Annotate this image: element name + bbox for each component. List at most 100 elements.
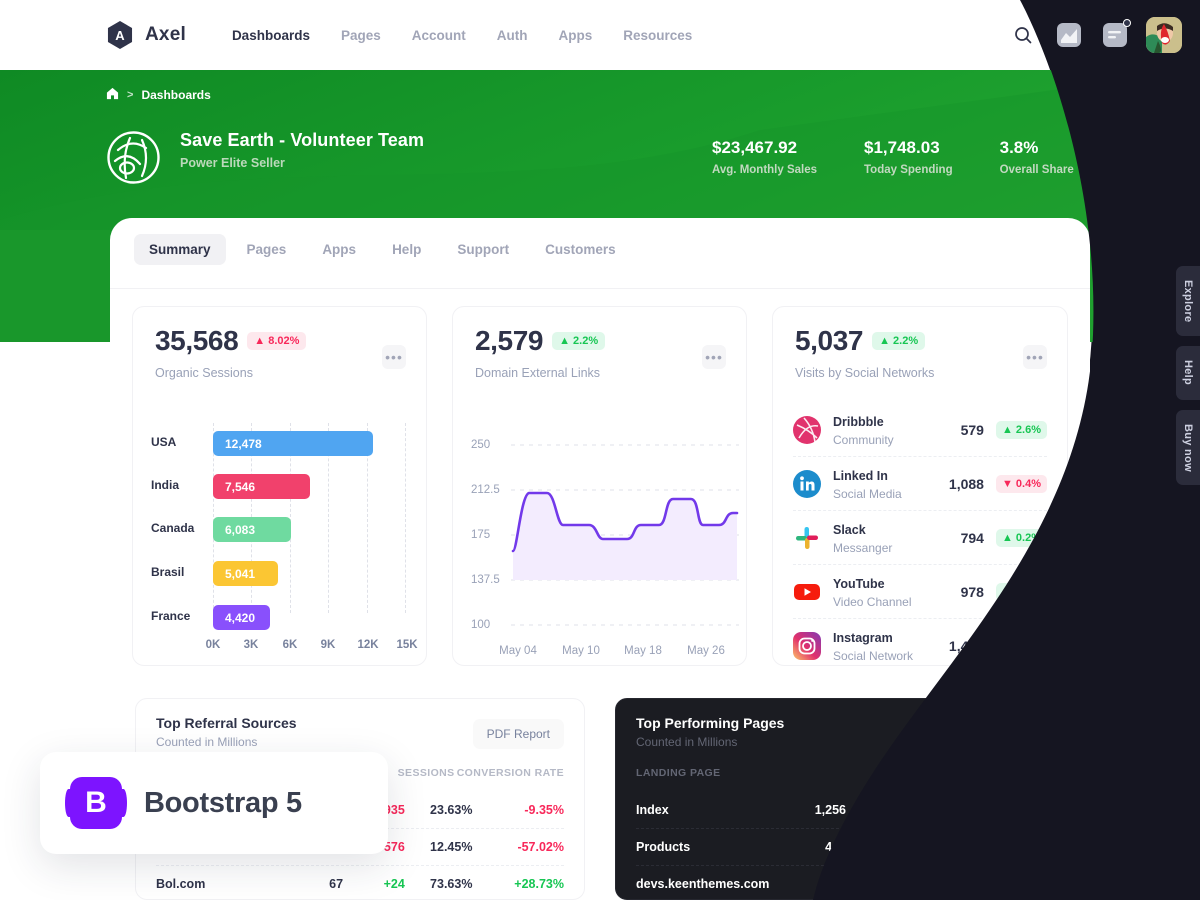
social-desc: Video Channel <box>833 594 912 609</box>
list-item[interactable]: Slack Messanger 794 ▲ 0.2% <box>793 511 1047 565</box>
table-row[interactable]: devs.keenthemes.com 67 +24 7.63 +8.73 <box>636 865 1049 900</box>
tab-pages[interactable]: Pages <box>232 234 302 265</box>
x-tick-may-04: May 04 <box>499 645 537 657</box>
card-domain-external-links: 2,579 ▲ 2.2% Domain External Links ••• 2… <box>452 306 747 666</box>
x-tick-9: 9K <box>320 639 336 651</box>
cell-position: 7.63 <box>945 877 970 891</box>
social-delta: 0.4% <box>1015 477 1041 490</box>
bar-france: 4,420 <box>213 605 270 630</box>
kpi-delta-value: 8.02% <box>268 335 300 347</box>
bootstrap-logo-icon: B <box>65 777 127 829</box>
cell-sessions-delta: +24 <box>383 877 405 891</box>
rail-button-buy-now[interactable]: Buy now <box>1176 409 1200 486</box>
stat-label: Today Spending <box>864 164 953 176</box>
x-tick-may-18: May 18 <box>624 645 662 657</box>
tab-summary[interactable]: Summary <box>134 234 226 265</box>
list-item[interactable]: YouTube Video Channel 978 ▲ 4.1% <box>793 565 1047 619</box>
nav-item-auth[interactable]: Auth <box>497 28 528 43</box>
y-tick-100: 100 <box>471 619 491 631</box>
pdf-report-button[interactable]: PDF Report <box>957 719 1049 749</box>
card-organic-sessions: 35,568 ▲ 8.02% Organic Sessions ••• USA … <box>132 306 427 666</box>
stat-value: 3.8% <box>999 138 1039 157</box>
bar-label-usa: USA <box>151 435 177 449</box>
organization-logo-icon <box>106 130 161 185</box>
table-row[interactable]: Products 446 -576 1.45 0.32 <box>636 828 1049 865</box>
rail-button-explore[interactable]: Explore <box>1176 266 1200 337</box>
card-menu-button[interactable]: ••• <box>1023 345 1047 369</box>
social-delta: 4.1% <box>1015 585 1041 598</box>
cell-position: 1.45 <box>945 840 970 854</box>
tab-support[interactable]: Support <box>442 234 524 265</box>
social-value: 794 <box>960 529 984 546</box>
header-white-patch <box>1022 0 1200 70</box>
social-delta-badge: ▲ 2.6% <box>995 420 1047 439</box>
cell-rate: 73.63% <box>430 877 473 891</box>
nav-item-pages[interactable]: Pages <box>341 28 381 43</box>
y-tick-137-5: 137.5 <box>471 574 500 586</box>
brand[interactable]: A Axel <box>106 21 186 49</box>
table-column-headers: LANDING PAGE CLICKS AVG. POSITION <box>636 767 1049 779</box>
side-rail: Explore Help Buy now <box>1176 266 1200 495</box>
bar-chart: USA 12,478 India 7,546 Canada 6,083 Bras… <box>133 417 426 651</box>
hero-stats: $23,467.92 Avg. Monthly Sales $1,748.03 … <box>712 138 1165 176</box>
bar-label-france: France <box>151 609 191 623</box>
table-row[interactable]: Index 1,256 -935 2.63 -1.35 <box>636 791 1049 828</box>
kpi-delta-value: 2.2% <box>573 335 599 347</box>
list-item[interactable]: Instagram Social Network 1,458 ▲ 8.3% <box>793 619 1047 673</box>
nav-item-dashboards[interactable]: Dashboards <box>232 28 310 43</box>
breadcrumb-current[interactable]: Dashboards <box>141 88 210 102</box>
y-tick-175: 175 <box>471 529 491 541</box>
kpi-label: Domain External Links <box>475 366 601 380</box>
area-chart: 250 212.5 175 137.5 100 May 04 May 10 Ma… <box>453 407 746 657</box>
list-item[interactable]: Dribbble Community 579 ▲ 2.6% <box>793 403 1047 457</box>
social-desc: Messanger <box>833 540 893 555</box>
table-row[interactable]: Bol.com 67 +24 73.63% +28.73% <box>156 865 564 900</box>
cell-position-delta: +8.73 <box>1004 877 1036 891</box>
kpi-delta-value: 2.2% <box>893 335 919 347</box>
home-icon[interactable] <box>106 87 119 103</box>
card-menu-button[interactable]: ••• <box>702 345 726 369</box>
page-title: Save Earth - Volunteer Team <box>180 130 425 150</box>
nav-item-account[interactable]: Account <box>412 28 466 43</box>
tab-help[interactable]: Help <box>377 234 436 265</box>
nav-item-resources[interactable]: Resources <box>623 28 692 43</box>
bootstrap-promo-badge[interactable]: B Bootstrap 5 <box>40 752 388 854</box>
card-menu-button[interactable]: ••• <box>382 345 406 369</box>
bar-label-india: India <box>151 478 180 492</box>
cell-page: Index <box>636 802 669 817</box>
rail-button-help[interactable]: Help <box>1176 346 1200 400</box>
cell-clicks: 1,256 <box>814 802 846 817</box>
cell-clicks: 67 <box>832 877 846 891</box>
stat-label: Avg. Monthly Sales <box>712 164 818 176</box>
stat-label: Overall Share <box>999 164 1074 176</box>
cell-rate-delta: -9.35% <box>524 802 564 817</box>
x-tick-3: 3K <box>243 639 259 651</box>
kpi-block: 5,037 ▲ 2.2% Visits by Social Networks <box>795 325 934 380</box>
cell-clicks-delta: -576 <box>882 840 908 854</box>
y-tick-212-5: 212.5 <box>471 484 500 496</box>
x-tick-6: 6K <box>282 639 298 651</box>
cell-position: 2.63 <box>945 802 970 817</box>
brand-name: Axel <box>145 24 186 45</box>
stat-value: -7.4% <box>1120 138 1166 157</box>
social-name: Slack <box>833 522 866 537</box>
x-tick-0: 0K <box>205 639 221 651</box>
pdf-report-button[interactable]: PDF Report <box>472 719 564 749</box>
cell-clicks-delta: -935 <box>882 802 908 817</box>
kpi-value: 35,568 <box>155 325 239 356</box>
breadcrumb: > Dashboards <box>106 87 211 103</box>
social-value: 978 <box>960 583 984 600</box>
kpi-delta-badge: ▲ 8.02% <box>247 332 307 350</box>
list-item[interactable]: Linked In Social Media 1,088 ▼ 0.4% <box>793 457 1047 511</box>
kpi-block: 2,579 ▲ 2.2% Domain External Links <box>475 325 606 380</box>
nav-item-apps[interactable]: Apps <box>559 28 593 43</box>
cell-position-delta: -1.35 <box>1007 802 1037 817</box>
stat-avg-monthly-sales: $23,467.92 Avg. Monthly Sales <box>712 138 817 176</box>
tab-customers[interactable]: Customers <box>530 234 631 265</box>
table-subtitle: Counted in Millions <box>636 735 738 749</box>
kpi-label: Organic Sessions <box>155 366 253 380</box>
stat-overall-share: 3.8% Overall Share <box>1000 138 1074 176</box>
social-name: Instagram <box>833 631 893 645</box>
tab-apps[interactable]: Apps <box>307 234 371 265</box>
cell-rate-delta: -57.02% <box>517 840 564 854</box>
